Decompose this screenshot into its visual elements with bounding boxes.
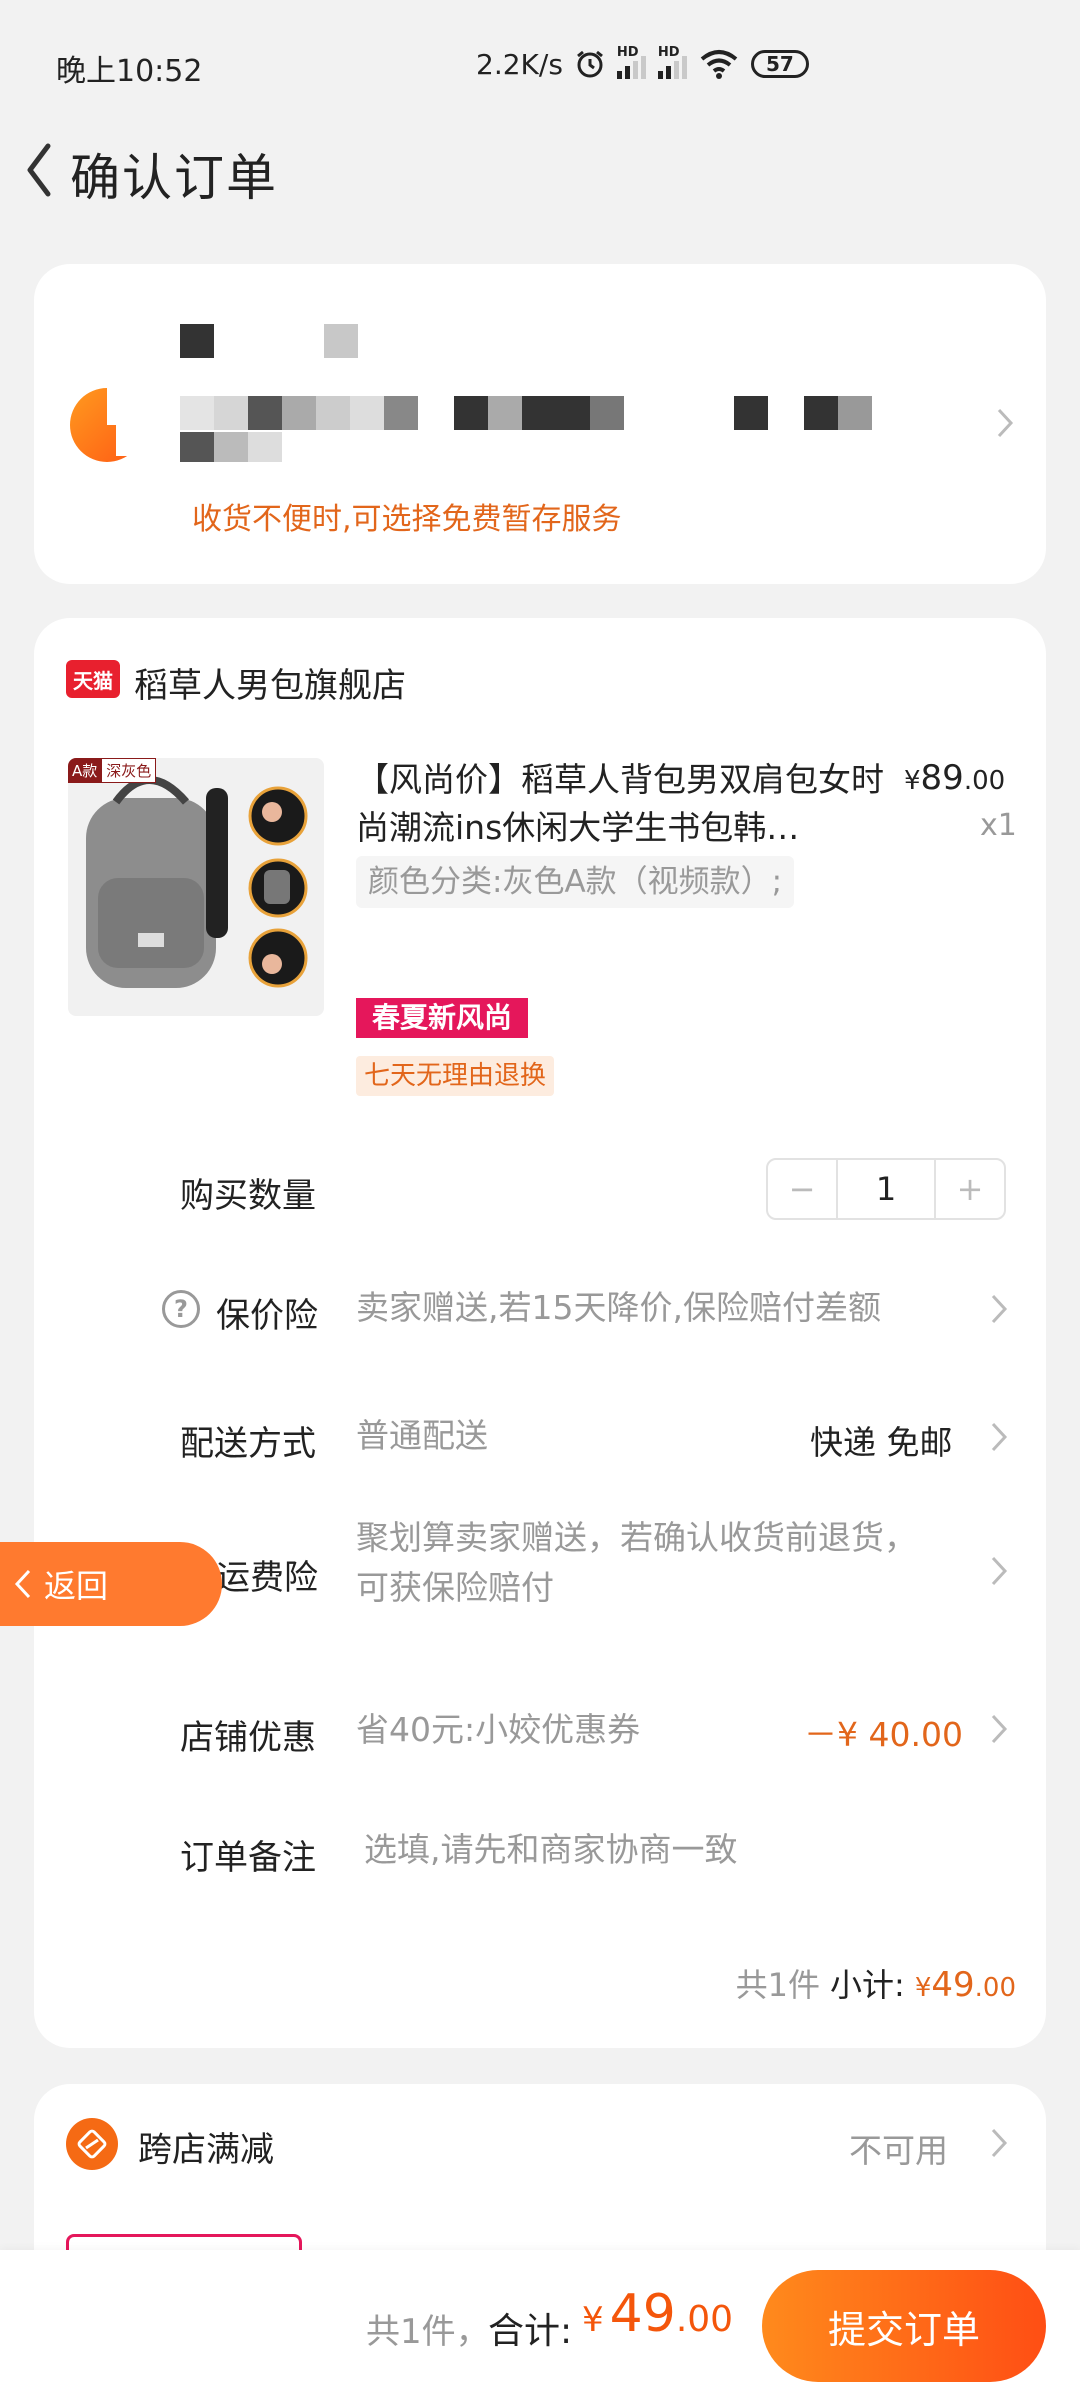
- nav-bar: 确认订单: [0, 120, 1080, 220]
- location-icon: [70, 388, 144, 462]
- subtotal-count: 共1件: [735, 1966, 821, 2004]
- wifi-icon: [700, 50, 738, 79]
- redacted-address-line2: [180, 432, 282, 462]
- chevron-right-icon: [991, 1714, 1008, 1744]
- subtotal-amount: ¥49.00: [915, 1965, 1016, 2005]
- store-coupon-amount[interactable]: －¥ 40.00: [804, 1708, 963, 1756]
- promo-tag: 春夏新风尚: [356, 998, 529, 1038]
- increment-button[interactable]: +: [936, 1160, 1004, 1218]
- store-name[interactable]: 稻草人男包旗舰店: [134, 658, 406, 707]
- total-dec: .00: [675, 2299, 734, 2340]
- quantity-stepper[interactable]: − 1 +: [766, 1158, 1006, 1220]
- floating-return-label: 返回: [44, 1567, 109, 1605]
- product-title[interactable]: 【风尚价】稻草人背包男双肩包女时尚潮流ins休闲大学生书包韩…: [356, 756, 886, 852]
- total-label: 合计:: [488, 2311, 573, 2352]
- submit-order-button[interactable]: 提交订单: [762, 2270, 1046, 2382]
- total-count: 共1件，: [366, 2312, 490, 2352]
- shipping-insurance-label: 运费险: [216, 1558, 318, 1598]
- chevron-right-icon: [991, 1294, 1008, 1324]
- status-indicators: 2.2K/s HD HD 57: [476, 44, 809, 84]
- product-image[interactable]: A款 深灰色: [68, 758, 324, 1016]
- store-coupon-value: 省40元:小姣优惠券: [356, 1710, 641, 1749]
- cross-store-status: 不可用: [849, 2131, 948, 2170]
- order-card: 天猫 稻草人男包旗舰店 A款 深灰色 【风尚价】稻草人背包男双肩包女时尚潮流in…: [34, 618, 1046, 2048]
- signal-icon-2: HD: [657, 45, 687, 79]
- subtotal: 共1件 小计: ¥49.00: [736, 1960, 1016, 2006]
- delivery-value: 普通配送: [356, 1416, 488, 1455]
- price-symbol: ¥: [904, 766, 921, 796]
- subtotal-label: 小计:: [830, 1966, 905, 2004]
- delivery-method[interactable]: 快递 免邮: [810, 1416, 953, 1464]
- back-arrow-icon[interactable]: [12, 132, 72, 208]
- battery-icon: 57: [750, 50, 809, 78]
- help-icon[interactable]: ?: [162, 1290, 200, 1328]
- store-coupon-label: 店铺优惠: [180, 1718, 316, 1758]
- product-price: ¥89.00: [904, 758, 1005, 798]
- tmall-badge: 天猫: [66, 660, 120, 698]
- quantity-value[interactable]: 1: [836, 1160, 936, 1218]
- signal-icon: HD: [616, 45, 646, 79]
- redacted-name: [180, 324, 214, 358]
- subtotal-dec: .00: [974, 1973, 1016, 2003]
- product-quantity: x1: [980, 808, 1017, 843]
- image-tag-a: A款: [68, 758, 102, 783]
- alarm-icon: [576, 50, 603, 78]
- product-image-tags: A款 深灰色: [68, 758, 157, 783]
- price-protect-label: 保价险: [216, 1296, 318, 1336]
- total-amount: ¥49.00: [582, 2284, 733, 2344]
- free-storage-tip[interactable]: 收货不便时,可选择免费暂存服务: [192, 494, 622, 538]
- chevron-right-icon: [991, 2128, 1008, 2158]
- order-note-label: 订单备注: [180, 1838, 316, 1878]
- product-sku[interactable]: 颜色分类:灰色A款（视频款）;: [356, 856, 795, 908]
- decrement-button[interactable]: −: [768, 1160, 836, 1218]
- delivery-label: 配送方式: [180, 1424, 316, 1464]
- price-protect-value[interactable]: 卖家赠送,若15天降价,保险赔付差额: [356, 1284, 881, 1332]
- status-bar: 晚上10:52 2.2K/s HD HD 57: [0, 0, 1080, 130]
- network-speed: 2.2K/s: [476, 47, 563, 81]
- chevron-right-icon: [991, 1422, 1008, 1452]
- chevron-right-icon: [997, 408, 1014, 438]
- address-card[interactable]: 收货不便时,可选择免费暂存服务: [34, 264, 1046, 584]
- quantity-label: 购买数量: [180, 1176, 316, 1216]
- price-int: 89: [920, 758, 964, 798]
- order-note-input[interactable]: 选填,请先和商家协商一致: [364, 1826, 738, 1874]
- image-tag-color: 深灰色: [101, 758, 157, 783]
- backpack-illustration: [86, 776, 308, 988]
- redacted-block: [324, 324, 358, 358]
- total-int: 49: [609, 2284, 676, 2344]
- price-dec: .00: [963, 766, 1006, 796]
- redacted-address: [180, 396, 872, 430]
- cross-store-label: 跨店满减: [138, 2130, 274, 2170]
- page-title: 确认订单: [70, 149, 278, 207]
- cross-store-discount-icon: [66, 2118, 118, 2170]
- checkout-bar: 共1件， 合计: ¥49.00 提交订单: [0, 2250, 1080, 2400]
- chevron-left-icon: [14, 1569, 31, 1599]
- total-symbol: ¥: [582, 2300, 604, 2340]
- return-policy-tag: 七天无理由退换: [356, 1056, 555, 1096]
- subtotal-symbol: ¥: [914, 1973, 932, 2003]
- floating-return-button[interactable]: 返回: [0, 1542, 222, 1626]
- shipping-insurance-line2: 可获保险赔付: [356, 1568, 554, 1607]
- shipping-insurance-line1: 聚划算卖家赠送，若确认收货前退货，: [356, 1518, 917, 1557]
- subtotal-int: 49: [931, 1965, 975, 2005]
- chevron-right-icon: [991, 1556, 1008, 1586]
- status-time: 晚上10:52: [56, 54, 203, 89]
